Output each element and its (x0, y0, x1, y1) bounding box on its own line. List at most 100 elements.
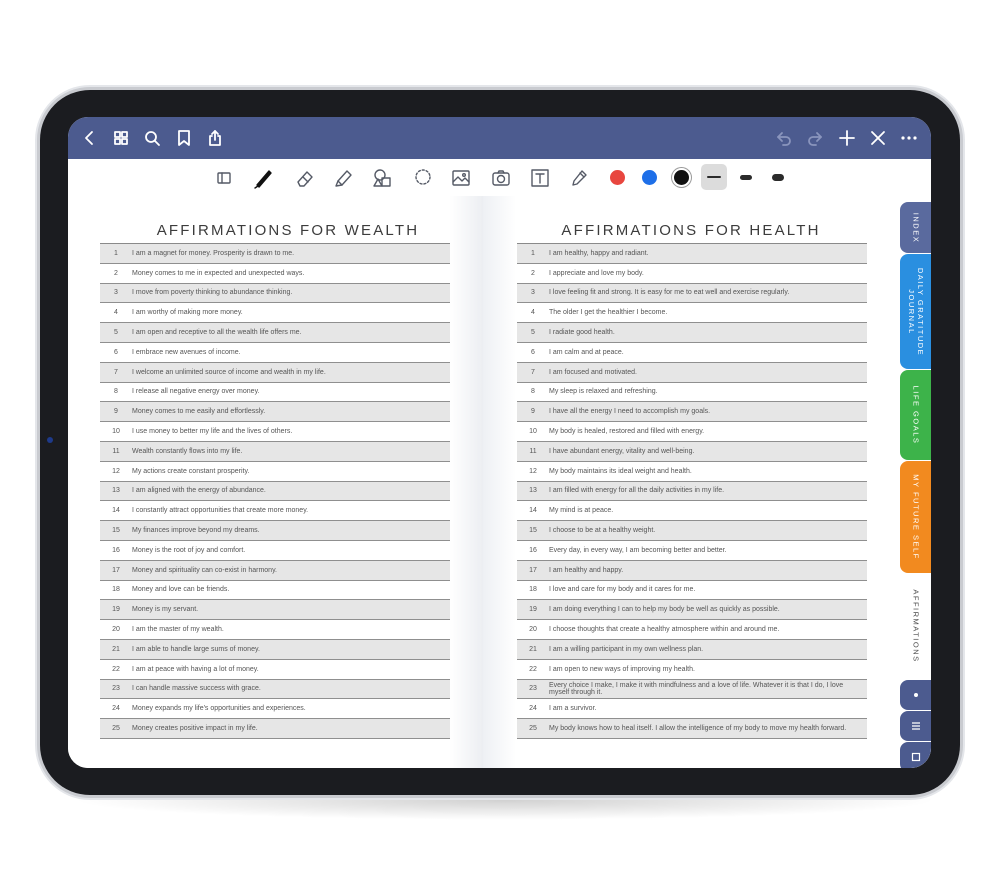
highlighter-icon[interactable] (331, 165, 357, 191)
table-row[interactable]: 12 My actions create constant prosperity. (100, 461, 450, 482)
table-row[interactable]: 5 I radiate good health. (517, 323, 867, 343)
table-row[interactable]: 23 I can handle massive success with grac… (100, 679, 450, 700)
more-icon[interactable] (897, 126, 921, 150)
table-row[interactable]: 2 I appreciate and love my body. (517, 263, 867, 284)
thickness-thick[interactable] (772, 174, 784, 181)
table-row[interactable]: 8 I release all negative energy over mone… (100, 382, 450, 403)
table-row[interactable]: 1 I am healthy, happy and radiant. (517, 244, 867, 264)
layout-icon[interactable] (211, 165, 237, 191)
table-row[interactable]: 20 I choose thoughts that create a health… (517, 620, 867, 640)
table-row[interactable]: 14 My mind is at peace. (517, 501, 867, 522)
row-number: 14 (112, 507, 120, 515)
table-row[interactable]: 4 The older I get the healthier I become. (517, 303, 867, 324)
menu-button[interactable] (900, 711, 931, 741)
dot-button[interactable] (900, 680, 931, 710)
affirmation-text: Money and spirituality can co-exist in h… (132, 566, 277, 574)
table-row[interactable]: 6 I am calm and at peace. (517, 342, 867, 363)
table-row[interactable]: 18 I love and care for my body and it car… (517, 580, 867, 601)
text-icon[interactable] (527, 165, 553, 191)
row-number: 23 (112, 685, 120, 693)
row-number: 20 (112, 626, 120, 634)
page-title-health: AFFIRMATIONS FOR HEALTH (561, 222, 821, 239)
table-row[interactable]: 2 Money comes to me in expected and unexp… (100, 263, 450, 284)
back-icon[interactable] (78, 126, 102, 150)
color-swatch-red[interactable] (610, 170, 625, 185)
affirmation-text: I have all the energy I need to accompli… (549, 408, 711, 416)
table-row[interactable]: 18 Money and love can be friends. (100, 580, 450, 601)
eyedropper-icon[interactable] (566, 165, 592, 191)
table-row[interactable]: 25 Money creates positive impact in my li… (100, 719, 450, 739)
undo-icon[interactable] (772, 126, 796, 150)
affirmation-text: I am healthy and happy. (549, 566, 624, 574)
table-row[interactable]: 9 Money comes to me easily and effortless… (100, 402, 450, 423)
tab-my-future-self[interactable]: MY FUTURE SELF (900, 461, 931, 573)
row-number: 25 (529, 725, 537, 733)
add-icon[interactable] (835, 126, 859, 150)
close-icon[interactable] (866, 126, 890, 150)
table-row[interactable]: 6 I embrace new avenues of income. (100, 342, 450, 363)
table-row[interactable]: 17 I am healthy and happy. (517, 560, 867, 581)
table-row[interactable]: 16 Every day, in every way, I am becoming… (517, 540, 867, 561)
thickness-medium[interactable] (740, 175, 752, 180)
affirmation-text: I am aligned with the energy of abundanc… (132, 487, 266, 495)
color-swatch-black[interactable] (674, 170, 689, 185)
share-icon[interactable] (203, 126, 227, 150)
row-number: 25 (112, 725, 120, 733)
square-icon (911, 752, 920, 762)
table-row[interactable]: 13 I am filled with energy for all the da… (517, 481, 867, 502)
table-row[interactable]: 10 My body is healed, restored and filled… (517, 422, 867, 442)
table-row[interactable]: 22 I am at peace with having a lot of mon… (100, 659, 450, 680)
eraser-icon[interactable] (292, 165, 318, 191)
table-row[interactable]: 1 I am a magnet for money. Prosperity is … (100, 244, 450, 264)
bookmark-icon[interactable] (172, 126, 196, 150)
table-row[interactable]: 25 My body knows how to heal itself. I al… (517, 719, 867, 739)
table-row[interactable]: 19 I am doing everything I can to help my… (517, 600, 867, 621)
table-row[interactable]: 15 I choose to be at a healthy weight. (517, 521, 867, 541)
pen-icon[interactable] (251, 165, 277, 191)
table-row[interactable]: 21 I am a willing participant in my own w… (517, 639, 867, 660)
tab-daily-gratitude-journal[interactable]: DAILY GRATITUDE JOURNAL (900, 254, 931, 369)
table-row[interactable]: 3 I move from poverty thinking to abundan… (100, 283, 450, 304)
dot-icon (913, 693, 918, 697)
table-row[interactable]: 7 I am focused and motivated. (517, 362, 867, 383)
tab-daily-gratitude-journal-label: DAILY GRATITUDE JOURNAL (906, 267, 925, 356)
tab-life-goals[interactable]: LIFE GOALS (900, 370, 931, 460)
affirmation-text: My actions create constant prosperity. (132, 467, 250, 475)
table-row[interactable]: 24 Money expands my life's opportunities … (100, 699, 450, 720)
table-row[interactable]: 15 My finances improve beyond my dreams. (100, 521, 450, 541)
table-row[interactable]: 7 I welcome an unlimited source of income… (100, 362, 450, 383)
table-row[interactable]: 11 Wealth constantly flows into my life. (100, 441, 450, 462)
table-row[interactable]: 10 I use money to better my life and the … (100, 422, 450, 442)
image-icon[interactable] (448, 165, 474, 191)
search-icon[interactable] (140, 126, 164, 150)
table-row[interactable]: 23 Every choice I make, I make it with mi… (517, 679, 867, 700)
camera-icon[interactable] (488, 165, 514, 191)
tab-affirmations[interactable]: AFFIRMATIONS (900, 574, 931, 677)
shapes-icon[interactable] (369, 165, 395, 191)
table-row[interactable]: 13 I am aligned with the energy of abunda… (100, 481, 450, 502)
color-swatch-blue[interactable] (642, 170, 657, 185)
redo-icon[interactable] (803, 126, 827, 150)
table-row[interactable]: 21 I am able to handle large sums of mone… (100, 639, 450, 660)
table-row[interactable]: 8 My sleep is relaxed and refreshing. (517, 382, 867, 403)
table-row[interactable]: 3 I love feeling fit and strong. It is ea… (517, 283, 867, 304)
grid-icon[interactable] (109, 126, 133, 150)
table-row[interactable]: 19 Money is my servant. (100, 600, 450, 621)
table-row[interactable]: 16 Money is the root of joy and comfort. (100, 540, 450, 561)
lasso-icon[interactable] (410, 165, 436, 191)
table-row[interactable]: 4 I am worthy of making more money. (100, 303, 450, 324)
table-row[interactable]: 5 I am open and receptive to all the weal… (100, 323, 450, 343)
thickness-thin[interactable] (707, 176, 721, 178)
tab-index[interactable]: INDEX (900, 202, 931, 253)
row-number: 11 (529, 447, 537, 455)
square-button[interactable] (900, 742, 931, 768)
affirmation-text: I am healthy, happy and radiant. (549, 249, 649, 257)
table-row[interactable]: 12 My body maintains its ideal weight and… (517, 461, 867, 482)
table-row[interactable]: 9 I have all the energy I need to accompl… (517, 402, 867, 423)
table-row[interactable]: 14 I constantly attract opportunities tha… (100, 501, 450, 522)
table-row[interactable]: 20 I am the master of my wealth. (100, 620, 450, 640)
table-row[interactable]: 17 Money and spirituality can co-exist in… (100, 560, 450, 581)
table-row[interactable]: 24 I am a survivor. (517, 699, 867, 720)
table-row[interactable]: 22 I am open to new ways of improving my … (517, 659, 867, 680)
table-row[interactable]: 11 I have abundant energy, vitality and w… (517, 441, 867, 462)
